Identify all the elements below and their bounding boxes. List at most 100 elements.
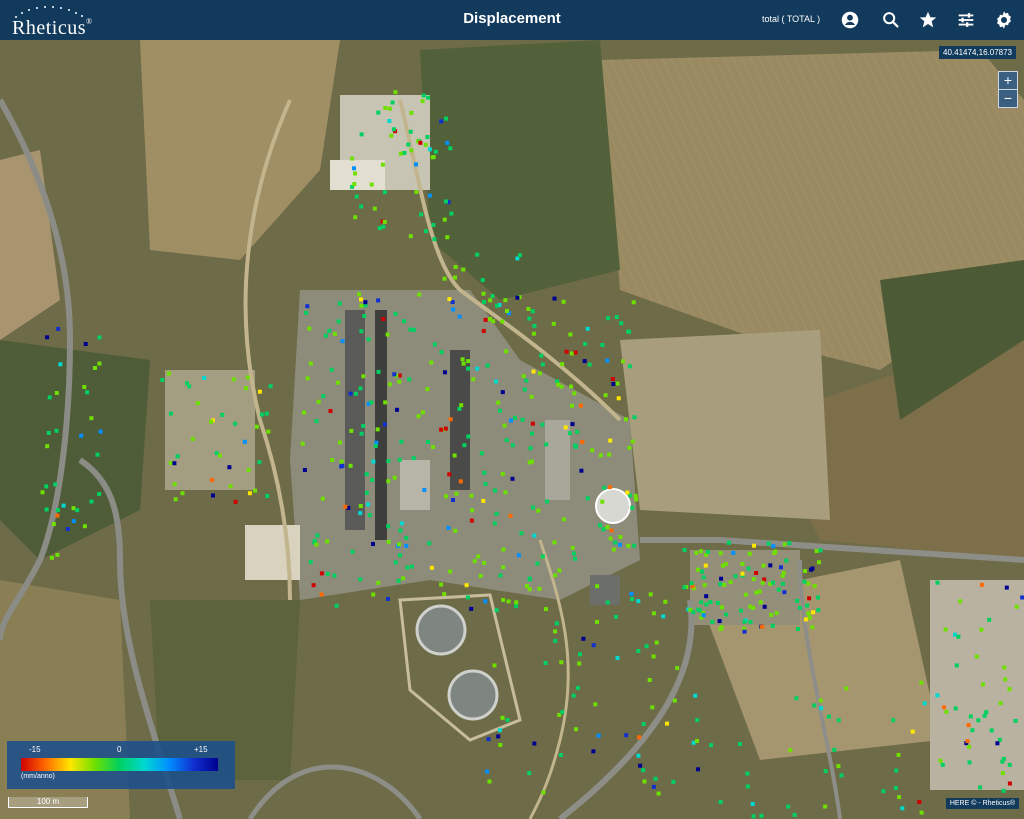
displacement-point[interactable] [1004,585,1009,590]
displacement-point[interactable] [340,339,345,344]
displacement-point[interactable] [575,685,580,690]
displacement-point[interactable] [350,549,355,554]
displacement-point[interactable] [647,678,652,682]
displacement-point[interactable] [359,431,364,436]
displacement-point[interactable] [953,706,958,711]
displacement-point[interactable] [457,406,462,411]
displacement-point[interactable] [715,600,720,605]
displacement-point[interactable] [739,608,743,613]
displacement-point[interactable] [654,640,659,645]
displacement-point[interactable] [706,549,711,554]
displacement-point[interactable] [408,234,413,239]
displacement-point[interactable] [427,541,432,546]
displacement-point[interactable] [231,377,236,382]
settings-button[interactable] [993,9,1015,31]
displacement-point[interactable] [476,554,481,559]
displacement-point[interactable] [636,599,641,604]
displacement-point[interactable] [402,150,407,155]
displacement-point[interactable] [409,110,414,115]
filters-button[interactable] [955,9,977,31]
displacement-point[interactable] [615,381,620,386]
displacement-point[interactable] [601,527,606,532]
displacement-point[interactable] [439,350,444,355]
displacement-point[interactable] [553,638,558,643]
displacement-point[interactable] [247,491,252,496]
displacement-point[interactable] [444,116,448,121]
displacement-point[interactable] [626,543,631,548]
displacement-point[interactable] [1000,771,1005,776]
displacement-point[interactable] [314,419,319,424]
displacement-point[interactable] [487,779,492,784]
displacement-point[interactable] [810,625,815,630]
displacement-point[interactable] [745,771,750,776]
displacement-point[interactable] [557,568,562,573]
displacement-point[interactable] [481,498,486,503]
displacement-point[interactable] [460,357,465,362]
displacement-point[interactable] [605,358,610,363]
displacement-point[interactable] [392,475,397,480]
displacement-point[interactable] [227,465,232,470]
displacement-point[interactable] [40,490,45,495]
displacement-point[interactable] [167,371,171,376]
displacement-point[interactable] [393,90,398,95]
displacement-point[interactable] [611,382,616,386]
displacement-point[interactable] [514,604,519,609]
displacement-point[interactable] [353,171,358,176]
displacement-point[interactable] [656,791,661,796]
displacement-point[interactable] [53,482,58,487]
displacement-point[interactable] [720,605,724,610]
displacement-point[interactable] [651,611,656,616]
displacement-point[interactable] [386,539,391,544]
displacement-point[interactable] [633,493,638,498]
displacement-point[interactable] [446,525,451,530]
displacement-point[interactable] [443,426,448,431]
displacement-point[interactable] [399,439,404,444]
displacement-point[interactable] [591,643,596,648]
displacement-point[interactable] [370,478,375,482]
displacement-point[interactable] [787,541,792,546]
displacement-point[interactable] [504,349,509,354]
displacement-point[interactable] [253,488,258,493]
displacement-point[interactable] [432,237,437,242]
displacement-point[interactable] [472,559,477,564]
displacement-point[interactable] [521,374,526,379]
displacement-point[interactable] [832,747,837,752]
displacement-point[interactable] [336,319,341,324]
displacement-point[interactable] [570,545,575,550]
displacement-point[interactable] [613,540,618,545]
displacement-point[interactable] [442,276,447,281]
displacement-point[interactable] [968,714,973,719]
displacement-point[interactable] [372,206,377,211]
displacement-point[interactable] [699,549,703,554]
displacement-point[interactable] [710,619,715,624]
displacement-point[interactable] [537,371,542,376]
displacement-point[interactable] [675,666,680,671]
displacement-point[interactable] [513,415,517,420]
displacement-point[interactable] [457,314,462,319]
displacement-point[interactable] [425,387,430,392]
displacement-point[interactable] [308,361,313,366]
displacement-point[interactable] [571,551,576,556]
displacement-point[interactable] [380,162,385,167]
displacement-point[interactable] [54,428,59,433]
displacement-point[interactable] [637,735,642,740]
displacement-point[interactable] [418,140,423,145]
displacement-point[interactable] [475,252,480,257]
displacement-point[interactable] [49,555,54,560]
displacement-point[interactable] [464,583,469,588]
displacement-point[interactable] [724,612,728,617]
displacement-point[interactable] [769,612,774,617]
displacement-point[interactable] [337,301,342,306]
displacement-point[interactable] [175,454,180,459]
displacement-point[interactable] [989,728,994,733]
displacement-point[interactable] [803,569,807,574]
displacement-point[interactable] [420,410,425,415]
displacement-point[interactable] [653,776,658,781]
displacement-point[interactable] [75,508,80,513]
displacement-point[interactable] [502,423,507,428]
displacement-point[interactable] [398,528,403,533]
displacement-point[interactable] [987,617,992,622]
displacement-point[interactable] [304,310,309,315]
displacement-point[interactable] [771,580,775,585]
displacement-point[interactable] [55,552,60,557]
